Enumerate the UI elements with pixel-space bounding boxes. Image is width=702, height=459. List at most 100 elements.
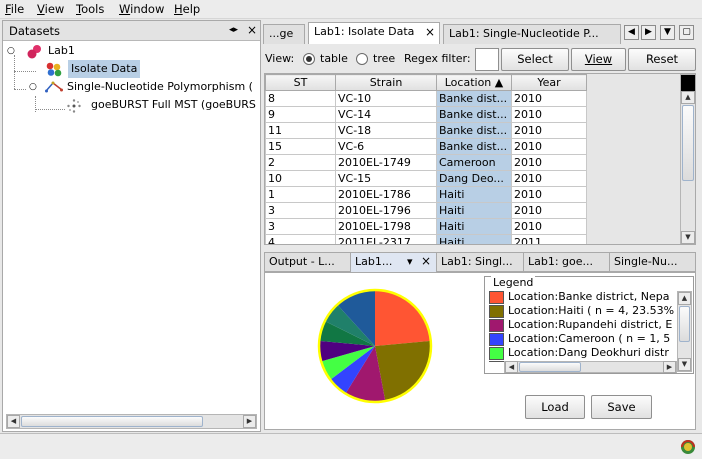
cell-location[interactable]: Banke dist... — [436, 90, 512, 107]
table-row[interactable]: 1 2010EL-1786 Haiti 2010 — [265, 186, 587, 203]
tab-next-icon[interactable]: ▶ — [641, 25, 656, 40]
cell-year[interactable]: 2010 — [511, 170, 587, 187]
cell-strain[interactable]: 2011EL-2317 — [335, 234, 437, 244]
scroll-up-icon[interactable]: ▲ — [678, 292, 691, 305]
cell-year[interactable]: 2010 — [511, 202, 587, 219]
table-row[interactable]: 10 VC-15 Dang Deo... 2010 — [265, 170, 587, 187]
tree-node-snp[interactable]: ○ Single-Nucleotide Polymorphism ( — [29, 78, 260, 96]
cell-location[interactable]: Banke dist... — [436, 106, 512, 123]
cell-strain[interactable]: 2010EL-1796 — [335, 202, 437, 219]
cell-st[interactable]: 2 — [265, 154, 336, 171]
cell-location[interactable]: Dang Deo... — [436, 170, 512, 187]
cell-strain[interactable]: 2010EL-1798 — [335, 218, 437, 235]
table-row[interactable]: 3 2010EL-1796 Haiti 2010 — [265, 202, 587, 219]
tree-node-goeburst[interactable]: goeBURST Full MST (goeBURS — [67, 96, 260, 114]
cell-strain[interactable]: VC-14 — [335, 106, 437, 123]
cell-st[interactable]: 3 — [265, 202, 336, 219]
close-icon[interactable]: × — [247, 23, 257, 37]
cell-location[interactable]: Haiti — [436, 202, 512, 219]
cell-st[interactable]: 9 — [265, 106, 336, 123]
scroll-up-icon[interactable]: ▲ — [681, 91, 695, 104]
scroll-thumb[interactable] — [21, 416, 203, 427]
cell-st[interactable]: 1 — [265, 186, 336, 203]
load-button[interactable]: Load — [525, 395, 585, 419]
cell-st[interactable]: 15 — [265, 138, 336, 155]
cell-strain[interactable]: VC-6 — [335, 138, 437, 155]
cell-strain[interactable]: VC-15 — [335, 170, 437, 187]
cell-year[interactable]: 2010 — [511, 154, 587, 171]
tab-lab1-snp[interactable]: Lab1: Singl... — [437, 253, 524, 272]
cell-strain[interactable]: VC-18 — [335, 122, 437, 139]
expand-icon[interactable]: ○ — [7, 42, 15, 60]
table-row[interactable]: 2 2010EL-1749 Cameroon 2010 — [265, 154, 587, 171]
scroll-thumb[interactable] — [519, 362, 581, 372]
table-radio[interactable] — [303, 53, 315, 65]
cell-st[interactable]: 3 — [265, 218, 336, 235]
cell-location[interactable]: Banke dist... — [436, 138, 512, 155]
refresh-globe-icon[interactable] — [680, 439, 696, 455]
scroll-thumb[interactable] — [682, 105, 694, 181]
select-button[interactable]: Select — [501, 48, 569, 71]
scroll-down-icon[interactable]: ▼ — [681, 231, 695, 244]
col-header-location[interactable]: Location ▲ — [436, 74, 512, 91]
cell-year[interactable]: 2010 — [511, 186, 587, 203]
regex-filter-input[interactable] — [475, 48, 499, 71]
tab-single-nu[interactable]: Single-Nu... — [610, 253, 696, 272]
scroll-left-icon[interactable]: ◀ — [7, 415, 20, 428]
cell-strain[interactable]: VC-10 — [335, 90, 437, 107]
maximize-icon[interactable]: ▢ — [679, 25, 694, 40]
panel-nav-icon[interactable]: ◂▸ — [229, 25, 238, 35]
tab-pie-chart[interactable]: Lab1... ▾ × — [351, 253, 437, 272]
expand-icon[interactable]: ○ — [29, 78, 37, 96]
cell-year[interactable]: 2010 — [511, 218, 587, 235]
cell-location[interactable]: Cameroon — [436, 154, 512, 171]
menu-help[interactable]: Help — [174, 2, 200, 16]
table-row[interactable]: 11 VC-18 Banke dist... 2010 — [265, 122, 587, 139]
cell-st[interactable]: 8 — [265, 90, 336, 107]
tree-radio[interactable] — [356, 53, 368, 65]
cell-location[interactable]: Banke dist... — [436, 122, 512, 139]
tab-partial[interactable]: ...ge — [263, 24, 305, 44]
tree-hscrollbar[interactable]: ◀ ▶ — [6, 414, 257, 429]
tab-output[interactable]: Output - L... — [265, 253, 351, 272]
col-header-year[interactable]: Year — [511, 74, 587, 91]
col-header-st[interactable]: ST — [265, 74, 336, 91]
cell-strain[interactable]: 2010EL-1786 — [335, 186, 437, 203]
table-row[interactable]: 15 VC-6 Banke dist... 2010 — [265, 138, 587, 155]
scroll-right-icon[interactable]: ▶ — [663, 361, 676, 373]
cell-st[interactable]: 4 — [265, 234, 336, 244]
scroll-down-icon[interactable]: ▼ — [678, 358, 691, 371]
tab-close-icon[interactable]: × — [421, 253, 431, 270]
cell-year[interactable]: 2010 — [511, 106, 587, 123]
tab-menu-icon[interactable]: ▾ — [407, 253, 413, 271]
cell-location[interactable]: Haiti — [436, 218, 512, 235]
tab-prev-icon[interactable]: ◀ — [624, 25, 639, 40]
cell-st[interactable]: 11 — [265, 122, 336, 139]
legend-vscrollbar[interactable]: ▲ ▼ — [677, 291, 692, 372]
menu-tools[interactable]: Tools — [76, 2, 104, 16]
scroll-left-icon[interactable]: ◀ — [505, 361, 518, 373]
save-button[interactable]: Save — [591, 395, 652, 419]
menu-file[interactable]: File — [5, 2, 24, 16]
scroll-right-icon[interactable]: ▶ — [243, 415, 256, 428]
cell-location[interactable]: Haiti — [436, 234, 512, 244]
reset-button[interactable]: Reset — [628, 48, 696, 71]
tab-isolate-data[interactable]: Lab1: Isolate Data × — [308, 22, 440, 44]
scroll-thumb[interactable] — [679, 306, 690, 342]
view-button[interactable]: View — [571, 48, 626, 71]
cell-year[interactable]: 2011 — [511, 234, 587, 244]
table-row[interactable]: 4 2011EL-2317 Haiti 2011 — [265, 234, 587, 244]
table-row[interactable]: 3 2010EL-1798 Haiti 2010 — [265, 218, 587, 235]
menu-view[interactable]: View — [37, 2, 64, 16]
table-row[interactable]: 8 VC-10 Banke dist... 2010 — [265, 90, 587, 107]
table-row[interactable]: 9 VC-14 Banke dist... 2010 — [265, 106, 587, 123]
menu-window[interactable]: Window — [119, 2, 164, 16]
table-vscrollbar[interactable]: ▲ ▼ — [680, 74, 695, 244]
cell-location[interactable]: Haiti — [436, 186, 512, 203]
cell-year[interactable]: 2010 — [511, 138, 587, 155]
tab-lab1-goe[interactable]: Lab1: goe... — [524, 253, 610, 272]
cell-strain[interactable]: 2010EL-1749 — [335, 154, 437, 171]
cell-year[interactable]: 2010 — [511, 90, 587, 107]
tab-close-icon[interactable]: × — [425, 23, 435, 41]
cell-st[interactable]: 10 — [265, 170, 336, 187]
